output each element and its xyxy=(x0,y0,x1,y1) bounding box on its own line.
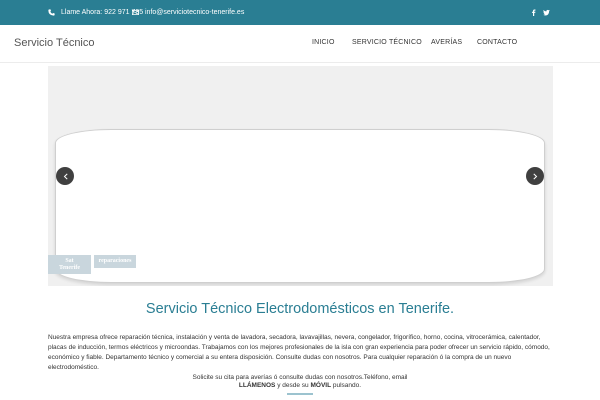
mobile-link[interactable]: MÓVIL xyxy=(310,382,331,389)
facebook-icon xyxy=(531,9,536,16)
nav-item-averias[interactable]: AVERÍAS xyxy=(431,39,462,46)
chevron-left-icon xyxy=(63,173,68,179)
facebook-link[interactable] xyxy=(530,0,537,25)
thumbnail-label: Sat Tenerife xyxy=(58,257,81,271)
description-text: Nuestra empresa ofrece reparación técnic… xyxy=(48,334,550,371)
divider xyxy=(287,393,313,395)
cta-end-text: pulsando. xyxy=(331,382,362,389)
call-link[interactable]: LLÁMENOS xyxy=(239,382,275,389)
phone-icon xyxy=(48,9,55,16)
twitter-link[interactable] xyxy=(543,0,550,25)
image-slider: Sat Tenerife reparaciones xyxy=(48,66,553,286)
slider-next-button[interactable] xyxy=(526,167,544,185)
slider-prev-button[interactable] xyxy=(56,167,74,185)
slider-thumbnail-reparaciones[interactable]: reparaciones xyxy=(94,255,136,268)
twitter-icon xyxy=(543,9,550,16)
page-title: Servicio Técnico Electrodomésticos en Te… xyxy=(145,301,455,317)
cta-line-1: Solicite su cita para averías ó consulte… xyxy=(192,374,408,381)
phone-text: Llame Ahora: 922 971 795 xyxy=(61,9,144,16)
cta-mid-text: y desde su xyxy=(275,382,311,389)
phone-contact[interactable]: Llame Ahora: 922 971 795 xyxy=(48,0,143,25)
nav-item-inicio[interactable]: INICIO xyxy=(312,39,335,46)
top-bar: Llame Ahora: 922 971 795 info@serviciote… xyxy=(0,0,600,25)
cta-line-2: LLÁMENOS y desde su MÓVIL pulsando. xyxy=(0,382,600,390)
email-text: info@serviciotecnico-tenerife.es xyxy=(145,9,245,16)
call-to-action: Solicite su cita para averías ó consulte… xyxy=(0,374,600,390)
slider-thumbnail-sat-tenerife[interactable]: Sat Tenerife xyxy=(48,255,91,274)
envelope-icon xyxy=(132,10,139,15)
site-logo[interactable]: Servicio Técnico xyxy=(14,37,95,49)
nav-item-contacto[interactable]: CONTACTO xyxy=(477,39,517,46)
email-contact[interactable]: info@serviciotecnico-tenerife.es xyxy=(132,0,244,25)
thumbnail-label: reparaciones xyxy=(98,258,132,264)
site-header: Servicio Técnico INICIO SERVICIO TÉCNICO… xyxy=(0,25,600,63)
nav-item-servicio-tecnico[interactable]: SERVICIO TÉCNICO xyxy=(352,39,422,46)
chevron-right-icon xyxy=(532,173,537,179)
